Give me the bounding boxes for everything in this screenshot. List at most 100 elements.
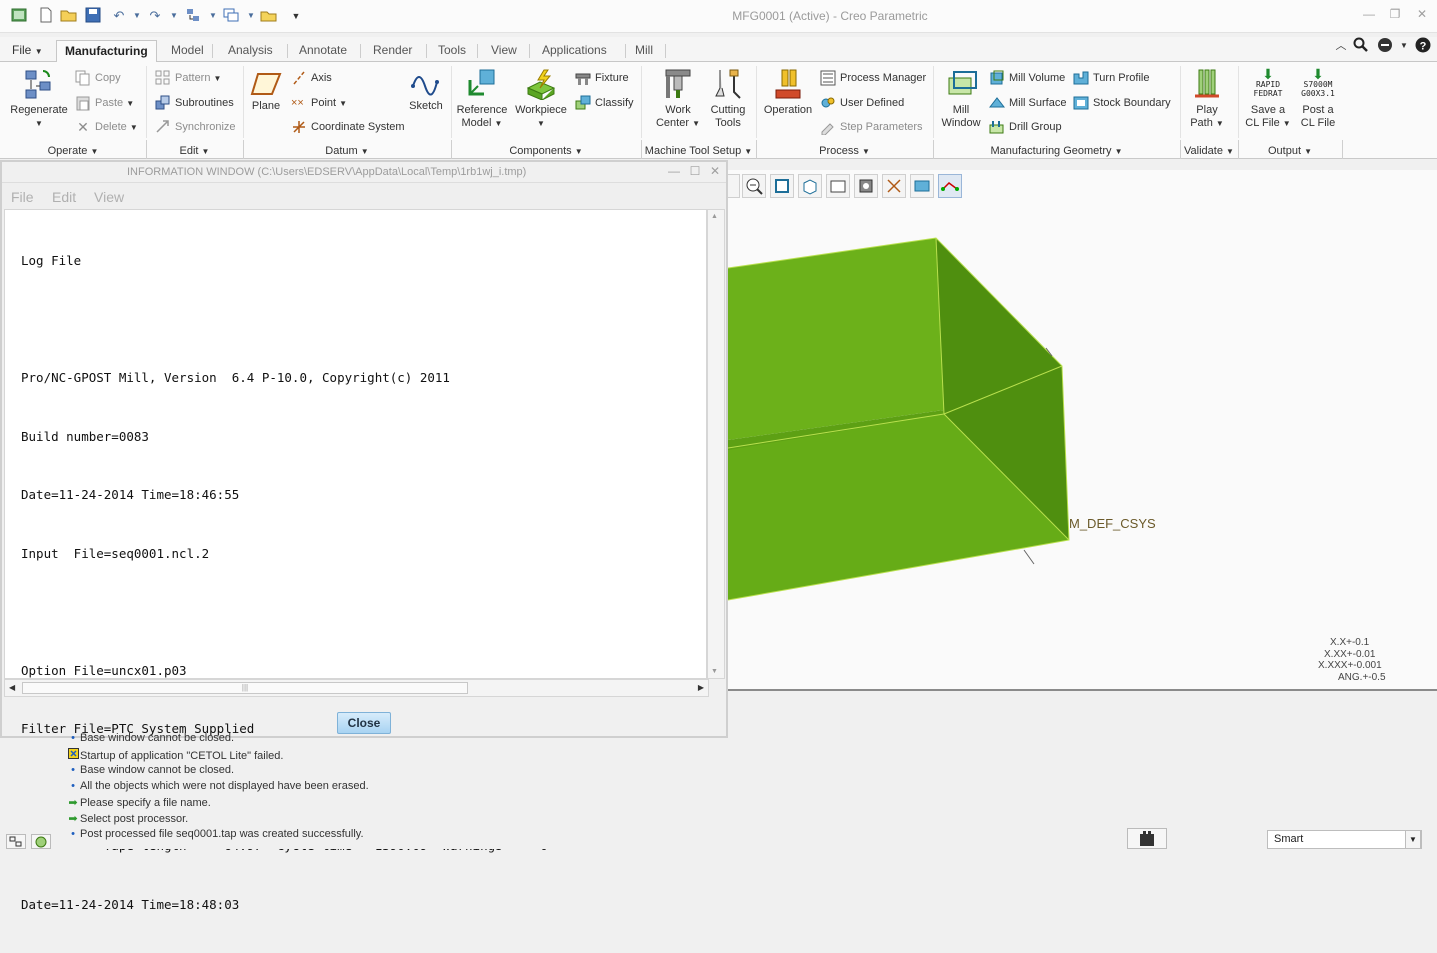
point-button[interactable]: ×× Point ▼ <box>291 95 347 111</box>
spin-center-icon[interactable] <box>910 174 934 198</box>
copy-button[interactable]: Copy <box>75 70 121 86</box>
save-cl-file-button[interactable]: ⬇ RAPID FEDRAT Save a CL File ▼ <box>1242 67 1294 130</box>
browser-toggle-icon[interactable] <box>31 834 51 849</box>
scroll-up-icon[interactable]: ▲ <box>711 213 718 220</box>
pattern-button[interactable]: Pattern ▼ <box>155 70 221 86</box>
fixture-button[interactable]: Fixture <box>575 70 629 86</box>
scroll-left-icon[interactable]: ◀ <box>9 683 15 692</box>
sketch-button[interactable]: Sketch <box>405 68 447 113</box>
group-datum[interactable]: Datum ▼ <box>243 144 451 159</box>
community-dropdown-icon[interactable]: ▼ <box>1395 37 1413 55</box>
zoom-in-icon[interactable] <box>728 174 740 198</box>
drill-group-icon <box>989 121 1004 134</box>
minimize-ribbon-icon[interactable]: ︿ <box>1332 37 1350 55</box>
tab-mill[interactable]: Mill <box>627 40 661 62</box>
restore-icon[interactable]: ❐ <box>1387 7 1403 23</box>
scroll-down-icon[interactable]: ▼ <box>711 668 718 675</box>
workpiece-button[interactable]: Workpiece ▼ <box>513 68 569 130</box>
paste-button[interactable]: Paste ▼ <box>75 95 134 111</box>
info-close-icon[interactable]: ✕ <box>707 164 723 180</box>
mill-volume-button[interactable]: Mill Volume <box>989 70 1065 86</box>
play-path-button[interactable]: Play Path ▼ <box>1184 68 1230 130</box>
work-center-button[interactable]: Work Center ▼ <box>650 68 706 130</box>
synchronize-button[interactable]: Synchronize <box>155 119 236 135</box>
tab-file[interactable]: File ▼ <box>4 40 51 62</box>
coordinate-system-button[interactable]: Coordinate System <box>291 119 405 135</box>
group-edit[interactable]: Edit ▼ <box>146 144 243 159</box>
delete-button[interactable]: ✕ Delete ▼ <box>75 119 138 135</box>
process-manager-button[interactable]: Process Manager <box>820 70 926 86</box>
close-button[interactable]: Close <box>337 712 391 734</box>
minimize-icon[interactable]: — <box>1361 7 1377 23</box>
help-icon[interactable]: ? <box>1414 37 1432 55</box>
chevron-down-icon[interactable]: ▼ <box>1405 830 1421 849</box>
info-menu-edit[interactable]: Edit <box>52 189 76 205</box>
regenerate-button[interactable]: Regenerate ▼ <box>8 68 70 130</box>
close-icon[interactable]: ✕ <box>1414 7 1430 23</box>
scroll-thumb[interactable]: ||| <box>22 682 468 694</box>
synchronize-icon <box>156 120 169 133</box>
display-style-icon[interactable] <box>854 174 878 198</box>
selection-filter-dropdown[interactable]: Smart <box>1267 830 1422 849</box>
post-cl-file-button[interactable]: ⬇ S7000M G00X3.1 Post a CL File <box>1296 67 1340 130</box>
ribbon: Regenerate ▼ Copy Paste ▼ ✕ Delete ▼ Patte… <box>0 62 1437 159</box>
cutting-tools-button[interactable]: Cutting Tools <box>706 68 750 130</box>
reference-model-button[interactable]: Reference Model ▼ <box>455 68 509 130</box>
info-minimize-icon[interactable]: — <box>666 164 682 180</box>
step-parameters-button[interactable]: Step Parameters <box>820 119 923 135</box>
info-menu-view[interactable]: View <box>94 189 124 205</box>
tab-separator <box>665 44 666 58</box>
community-icon[interactable] <box>1376 37 1394 55</box>
tab-model[interactable]: Model <box>163 40 212 62</box>
tool-path-display-icon[interactable] <box>938 174 962 198</box>
scroll-right-icon[interactable]: ▶ <box>698 683 704 692</box>
user-defined-button[interactable]: User Defined <box>820 95 904 111</box>
drill-group-button[interactable]: Drill Group <box>989 119 1062 135</box>
info-maximize-icon[interactable]: ☐ <box>687 164 703 180</box>
group-validate[interactable]: Validate ▼ <box>1180 144 1238 159</box>
chevron-down-icon: ▼ <box>1304 147 1312 156</box>
play-path-label-1: Play <box>1196 104 1218 116</box>
refit-icon[interactable] <box>770 174 794 198</box>
stock-boundary-button[interactable]: Stock Boundary <box>1073 95 1171 111</box>
search-icon[interactable] <box>1352 37 1370 55</box>
classify-button[interactable]: Classify <box>575 95 634 111</box>
plane-button[interactable]: Plane <box>248 72 284 113</box>
tab-manufacturing[interactable]: Manufacturing <box>56 40 157 63</box>
group-operate[interactable]: Operate ▼ <box>0 144 146 159</box>
tab-view[interactable]: View <box>483 40 525 62</box>
group-manufacturing-geometry[interactable]: Manufacturing Geometry ▼ <box>933 144 1180 159</box>
datum-display-icon[interactable] <box>882 174 906 198</box>
selection-filter-icon[interactable] <box>1127 828 1167 849</box>
horizontal-scrollbar[interactable]: ◀ ||| ▶ <box>4 679 709 697</box>
repaint-icon[interactable] <box>798 174 822 198</box>
group-machine-tool-setup[interactable]: Machine Tool Setup ▼ <box>641 144 756 159</box>
zoom-out-icon[interactable] <box>742 174 766 198</box>
model-view[interactable]: M_DEF_CSYS <box>728 170 1437 690</box>
turn-profile-button[interactable]: Turn Profile <box>1073 70 1149 86</box>
model-tree-toggle-icon[interactable] <box>6 834 26 849</box>
tab-render[interactable]: Render <box>365 40 420 62</box>
graphics-window[interactable]: M_DEF_CSYS X.X+-0.1 X.XX+-0.01 X.XXX+-0.… <box>728 170 1437 690</box>
selection-filter-value: Smart <box>1274 833 1304 845</box>
tab-tools[interactable]: Tools <box>430 40 474 62</box>
group-process[interactable]: Process ▼ <box>756 144 933 159</box>
group-output[interactable]: Output ▼ <box>1238 144 1342 159</box>
mill-surface-button[interactable]: Mill Surface <box>989 95 1066 111</box>
info-menu-file[interactable]: File <box>11 189 34 205</box>
post-cl-file-icon: ⬇ S7000M G00X3.1 <box>1296 67 1340 104</box>
group-components[interactable]: Components ▼ <box>451 144 641 159</box>
user-defined-label: User Defined <box>840 96 905 109</box>
mill-window-button[interactable]: Mill Window <box>937 68 985 130</box>
subroutines-button[interactable]: Subroutines <box>155 95 234 111</box>
ribbon-separator <box>146 66 147 138</box>
tab-applications[interactable]: Applications <box>534 40 615 62</box>
saved-orientations-icon[interactable] <box>826 174 850 198</box>
log-text-area[interactable]: Log File Pro/NC-GPOST Mill, Version 6.4 … <box>4 209 707 912</box>
vertical-scrollbar[interactable]: ▲ ▼ <box>707 209 725 679</box>
operation-button[interactable]: Operation <box>760 68 816 117</box>
tab-annotate[interactable]: Annotate <box>291 40 355 62</box>
axis-button[interactable]: Axis <box>291 70 332 86</box>
tab-analysis[interactable]: Analysis <box>220 40 281 62</box>
prompt-arrow-icon: ➡ <box>68 813 78 825</box>
